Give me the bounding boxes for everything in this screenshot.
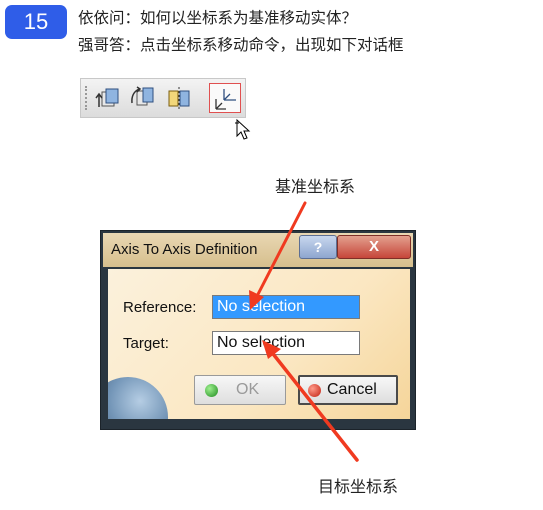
translate-button[interactable] bbox=[93, 83, 125, 113]
ok-button[interactable]: OK bbox=[194, 375, 286, 405]
dialog-title: Axis To Axis Definition bbox=[111, 241, 258, 258]
cancel-label: Cancel bbox=[327, 381, 377, 398]
reference-annotation-label: 基准坐标系 bbox=[275, 177, 356, 196]
planet-decoration bbox=[108, 377, 168, 419]
axis-to-axis-icon bbox=[215, 89, 236, 110]
symmetry-button[interactable] bbox=[163, 83, 195, 113]
toolbar bbox=[80, 78, 246, 118]
rotate-button[interactable] bbox=[127, 83, 159, 113]
ok-green-icon bbox=[205, 383, 218, 397]
dialog-titlebar[interactable]: Axis To Axis Definition ? X bbox=[103, 233, 413, 267]
rotate-icon bbox=[131, 86, 154, 106]
axis-to-axis-dialog: Axis To Axis Definition ? X Reference: N… bbox=[100, 230, 416, 430]
answer-text: 强哥答：点击坐标系移动命令，出现如下对话框 bbox=[78, 36, 404, 54]
cancel-button[interactable]: Cancel bbox=[298, 375, 398, 405]
help-button[interactable]: ? bbox=[299, 235, 337, 259]
symmetry-icon bbox=[168, 87, 190, 110]
toolbar-grip[interactable] bbox=[85, 86, 91, 110]
translate-icon bbox=[95, 88, 119, 107]
mouse-cursor-icon bbox=[235, 118, 251, 140]
ok-label: OK bbox=[236, 381, 260, 398]
question-number-badge: 15 bbox=[5, 5, 67, 39]
target-annotation-label: 目标坐标系 bbox=[318, 477, 399, 496]
question-text: 依依问：如何以坐标系为基准移动实体？ bbox=[78, 9, 358, 27]
close-button[interactable]: X bbox=[337, 235, 411, 259]
target-label: Target: bbox=[123, 335, 169, 352]
axis-to-axis-button[interactable] bbox=[209, 83, 241, 113]
cancel-red-icon bbox=[308, 383, 321, 397]
reference-label: Reference: bbox=[123, 299, 197, 316]
reference-field[interactable]: No selection bbox=[212, 295, 360, 319]
dialog-body: Reference: No selection Target: No selec… bbox=[108, 269, 410, 419]
target-field[interactable]: No selection bbox=[212, 331, 360, 355]
